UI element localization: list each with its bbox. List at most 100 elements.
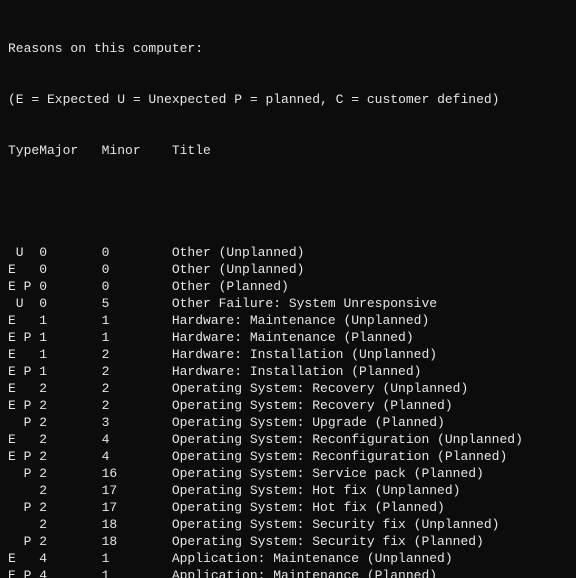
reason-row: U00Other (Unplanned): [8, 244, 568, 261]
reason-row: E22Operating System: Recovery (Unplanned…: [8, 380, 568, 397]
terminal-output: Reasons on this computer: (E = Expected …: [0, 0, 576, 578]
cell-major: 2: [39, 414, 101, 431]
cell-minor: 5: [102, 295, 172, 312]
cell-major: 4: [39, 567, 101, 578]
cell-type: E: [8, 380, 39, 397]
cell-title: Application: Maintenance (Planned): [172, 567, 437, 578]
cell-title: Operating System: Reconfiguration (Unpla…: [172, 431, 523, 448]
reason-row: P218Operating System: Security fix (Plan…: [8, 533, 568, 550]
cell-minor: 1: [102, 567, 172, 578]
cell-major: 1: [39, 329, 101, 346]
cell-type: P: [8, 414, 39, 431]
cell-type: P: [8, 533, 39, 550]
cell-major: 2: [39, 380, 101, 397]
cell-title: Operating System: Hot fix (Unplanned): [172, 482, 461, 499]
reason-rows: U00Other (Unplanned)E00Other (Unplanned)…: [8, 244, 568, 578]
col-header-title: Title: [172, 142, 211, 159]
cell-type: E P: [8, 329, 39, 346]
cell-minor: 18: [102, 516, 172, 533]
cell-minor: 2: [102, 363, 172, 380]
cell-type: E P: [8, 448, 39, 465]
cell-minor: 17: [102, 499, 172, 516]
cell-major: 2: [39, 465, 101, 482]
cell-title: Operating System: Reconfiguration (Plann…: [172, 448, 507, 465]
cell-major: 1: [39, 312, 101, 329]
cell-major: 2: [39, 499, 101, 516]
cell-type: E: [8, 346, 39, 363]
cell-title: Operating System: Recovery (Unplanned): [172, 380, 468, 397]
cell-title: Other (Planned): [172, 278, 289, 295]
cell-major: 0: [39, 278, 101, 295]
reason-row: E P24Operating System: Reconfiguration (…: [8, 448, 568, 465]
cell-major: 1: [39, 363, 101, 380]
reason-row: E P11Hardware: Maintenance (Planned): [8, 329, 568, 346]
cell-title: Operating System: Upgrade (Planned): [172, 414, 445, 431]
cell-major: 2: [39, 397, 101, 414]
cell-type: E P: [8, 278, 39, 295]
cell-title: Hardware: Maintenance (Planned): [172, 329, 414, 346]
cell-major: 2: [39, 533, 101, 550]
cell-type: U: [8, 295, 39, 312]
reason-row: E24Operating System: Reconfiguration (Un…: [8, 431, 568, 448]
reason-row: E11Hardware: Maintenance (Unplanned): [8, 312, 568, 329]
cell-type: E P: [8, 363, 39, 380]
reason-row: E P12Hardware: Installation (Planned): [8, 363, 568, 380]
cell-minor: 18: [102, 533, 172, 550]
cell-minor: 17: [102, 482, 172, 499]
cell-title: Application: Maintenance (Unplanned): [172, 550, 453, 567]
cell-minor: 1: [102, 550, 172, 567]
col-header-minor: Minor: [102, 142, 172, 159]
cell-major: 2: [39, 516, 101, 533]
cell-minor: 2: [102, 380, 172, 397]
cell-major: 0: [39, 295, 101, 312]
cell-major: 2: [39, 482, 101, 499]
cell-title: Hardware: Maintenance (Unplanned): [172, 312, 429, 329]
header-line-1: Reasons on this computer:: [8, 40, 568, 57]
reason-row: 217Operating System: Hot fix (Unplanned): [8, 482, 568, 499]
cell-type: E: [8, 312, 39, 329]
cell-minor: 0: [102, 261, 172, 278]
reason-row: P23Operating System: Upgrade (Planned): [8, 414, 568, 431]
header-text-1: Reasons on this computer:: [8, 41, 203, 56]
reason-row: E41Application: Maintenance (Unplanned): [8, 550, 568, 567]
cell-major: 0: [39, 244, 101, 261]
cell-minor: 3: [102, 414, 172, 431]
reason-row: P217Operating System: Hot fix (Planned): [8, 499, 568, 516]
col-header-type: Type: [8, 142, 39, 159]
cell-minor: 0: [102, 278, 172, 295]
cell-minor: 2: [102, 346, 172, 363]
header-text-2: (E = Expected U = Unexpected P = planned…: [8, 92, 499, 107]
cell-title: Operating System: Security fix (Planned): [172, 533, 484, 550]
cell-type: U: [8, 244, 39, 261]
cell-type: E P: [8, 397, 39, 414]
cell-minor: 1: [102, 312, 172, 329]
header-line-2: (E = Expected U = Unexpected P = planned…: [8, 91, 568, 108]
reason-row: E12Hardware: Installation (Unplanned): [8, 346, 568, 363]
cell-type: E: [8, 550, 39, 567]
cell-title: Hardware: Installation (Planned): [172, 363, 422, 380]
cell-title: Operating System: Service pack (Planned): [172, 465, 484, 482]
cell-type: E: [8, 431, 39, 448]
cell-type: E: [8, 261, 39, 278]
blank-line: [8, 193, 568, 210]
cell-title: Operating System: Recovery (Planned): [172, 397, 453, 414]
col-header-major: Major: [39, 142, 101, 159]
cell-minor: 0: [102, 244, 172, 261]
cell-type: P: [8, 465, 39, 482]
column-headers: TypeMajorMinorTitle: [8, 142, 568, 159]
cell-major: 0: [39, 261, 101, 278]
cell-major: 1: [39, 346, 101, 363]
cell-type: P: [8, 499, 39, 516]
cell-minor: 16: [102, 465, 172, 482]
cell-title: Other (Unplanned): [172, 244, 305, 261]
cell-title: Hardware: Installation (Unplanned): [172, 346, 437, 363]
cell-title: Other Failure: System Unresponsive: [172, 295, 437, 312]
reason-row: 218Operating System: Security fix (Unpla…: [8, 516, 568, 533]
cell-title: Operating System: Hot fix (Planned): [172, 499, 445, 516]
cell-minor: 2: [102, 397, 172, 414]
cell-major: 2: [39, 431, 101, 448]
cell-minor: 1: [102, 329, 172, 346]
reason-row: E00Other (Unplanned): [8, 261, 568, 278]
reason-row: E P22Operating System: Recovery (Planned…: [8, 397, 568, 414]
cell-type: E P: [8, 567, 39, 578]
